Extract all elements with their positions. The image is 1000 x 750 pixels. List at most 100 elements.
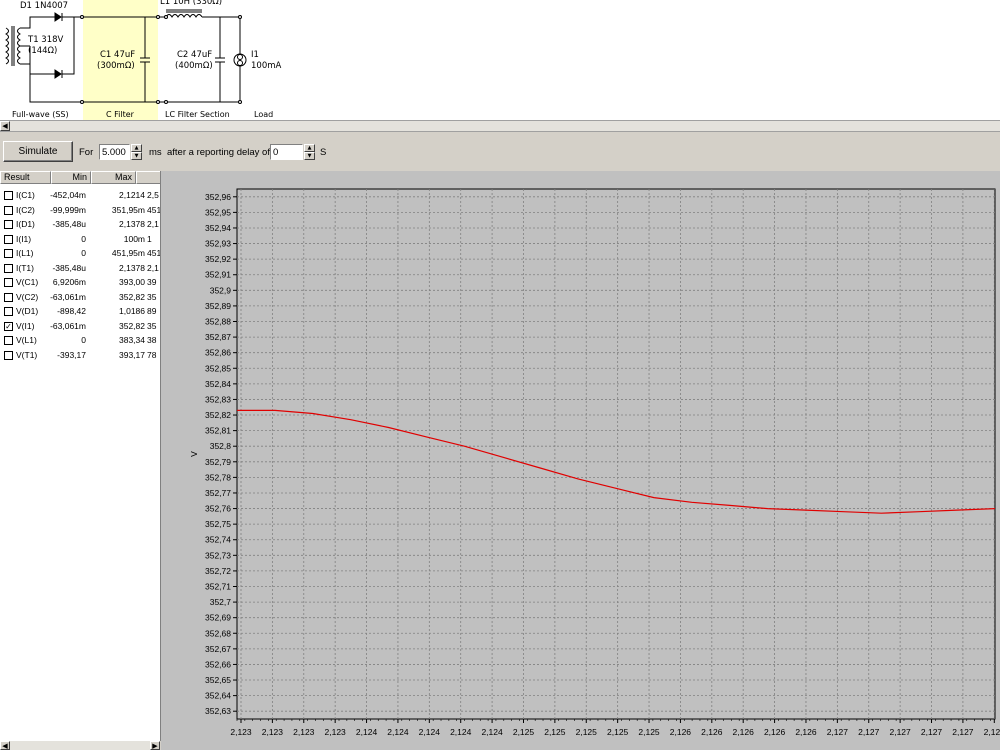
result-checkbox[interactable] (4, 205, 13, 215)
result-row[interactable]: I(C1) -452,04m 2,1214 2,5 (0, 188, 160, 202)
delay-spinner[interactable]: ▲ ▼ (304, 144, 315, 160)
spin-up-icon[interactable]: ▲ (131, 144, 142, 152)
result-min: 0 (81, 248, 86, 258)
y-tick-label: 352,76 (205, 504, 231, 514)
result-checkbox[interactable] (4, 278, 13, 287)
result-checkbox[interactable] (4, 307, 13, 316)
y-axis-label: V (189, 451, 199, 457)
result-min: -452,04m (50, 190, 86, 200)
spin-up-icon[interactable]: ▲ (304, 144, 315, 152)
result-peak-to-peak: 35 (147, 291, 157, 302)
schematic-canvas: D1 1N4007 T1 318V (144Ω) C1 47uF (300mΩ)… (0, 0, 1000, 120)
x-tick-label: 2,124 (419, 727, 441, 737)
y-tick-label: 352,65 (205, 675, 231, 685)
x-tick-label: 2,125 (638, 727, 660, 737)
waveform-plot[interactable]: 352,96 352,95 352,94 352,93 352,92 352,91 352,… (161, 171, 1000, 750)
y-tick-label: 352,95 (205, 207, 231, 217)
result-min: -63,061m (50, 291, 86, 302)
duration-spinner[interactable]: ▲ ▼ (131, 144, 142, 160)
result-max: 352,82 (119, 320, 145, 331)
result-checkbox[interactable] (4, 292, 13, 302)
result-name: V(I1) (16, 320, 35, 331)
x-tick-label: 2,127 (827, 727, 849, 737)
result-row[interactable]: V(D1) -898,42 1,0186 89 (0, 304, 160, 318)
result-max: 383,34 (119, 335, 145, 345)
y-tick-label: 352,71 (205, 582, 231, 592)
result-min: 6,9206m (52, 277, 86, 287)
result-row[interactable]: I(C2) -99,999m 351,95m451, (0, 203, 160, 217)
result-row[interactable]: V(C1) 6,9206m 393,00 39 (0, 275, 160, 289)
result-name: V(D1) (16, 306, 39, 316)
scroll-left-icon[interactable]: ◀ (0, 121, 10, 131)
result-min: -385,48u (52, 219, 86, 229)
results-header-extra[interactable] (136, 171, 160, 184)
x-tick-label: 2,127 (858, 727, 880, 737)
result-name: I(C1) (16, 190, 35, 200)
result-row[interactable]: I(I1) 0 100m 1 (0, 232, 160, 246)
results-horizontal-scrollbar[interactable]: ◀ ▶ (0, 741, 160, 750)
result-row[interactable]: ✓ V(I1) -63,061m 352,82 35 (0, 319, 160, 333)
y-tick-label: 352,63 (205, 706, 231, 716)
x-tick-label: 2,126 (733, 727, 755, 737)
delay-unit-label: S (320, 147, 327, 158)
spin-down-icon[interactable]: ▼ (304, 152, 315, 160)
simulation-toolbar: Simulate For ▲ ▼ ms after a reporting de… (0, 132, 1000, 170)
y-tick-label: 352,86 (205, 348, 231, 358)
result-max: 451,95m (111, 248, 145, 258)
section-label-lc-filter: LC Filter Section (165, 110, 230, 119)
i1-label-line2: 100mA (251, 61, 282, 71)
result-checkbox[interactable] (4, 263, 13, 273)
y-tick-label: 352,67 (205, 644, 231, 654)
result-name: V(C2) (16, 291, 39, 302)
duration-input[interactable] (99, 144, 130, 160)
y-tick-label: 352,88 (205, 317, 231, 327)
section-label-c-filter: C Filter (106, 110, 134, 119)
result-row[interactable]: I(L1) 0 451,95m451, (0, 246, 160, 260)
result-max: 2,1214 (119, 190, 145, 200)
y-tick-label: 352,78 (205, 472, 231, 482)
result-checkbox[interactable] (4, 336, 13, 345)
x-tick-label: 2,126 (701, 727, 723, 737)
x-tick-label: 2,126 (795, 727, 817, 737)
result-row[interactable]: V(L1) 0 383,34 38 (0, 333, 160, 347)
result-checkbox[interactable] (4, 249, 13, 258)
x-tick-label: 2,124 (387, 727, 409, 737)
scroll-left-icon[interactable]: ◀ (0, 741, 10, 750)
x-tick-label: 2,124 (450, 727, 472, 737)
result-row[interactable]: I(T1) -385,48u 2,1378 2,1 (0, 261, 160, 275)
result-peak-to-peak: 2,1 (147, 219, 159, 229)
c1-label-line1: C1 47uF (100, 50, 136, 60)
result-max: 2,1378 (119, 219, 145, 229)
x-tick-label: 2,123 (325, 727, 347, 737)
result-checkbox[interactable] (4, 191, 13, 200)
simulate-button[interactable]: Simulate (3, 141, 73, 162)
schematic-horizontal-scrollbar[interactable]: ◀ (0, 120, 1000, 132)
d1-label: D1 1N4007 (20, 1, 69, 11)
x-tick-label: 2,125 (513, 727, 535, 737)
scroll-right-icon[interactable]: ▶ (150, 741, 160, 750)
result-min: -63,061m (50, 320, 86, 331)
result-checkbox[interactable]: ✓ (4, 321, 13, 331)
results-header-min[interactable]: Min (51, 171, 91, 184)
result-name: I(T1) (16, 262, 34, 273)
result-checkbox[interactable] (4, 234, 13, 244)
results-list[interactable]: Result Min Max I(C1) -452,04m 2,1214 2,5 I(C… (0, 171, 161, 741)
results-header-max[interactable]: Max (91, 171, 136, 184)
result-row[interactable]: V(T1) -393,17 393,17 78 (0, 348, 160, 362)
result-checkbox[interactable] (4, 350, 13, 360)
result-row[interactable]: V(C2) -63,061m 352,82 35 (0, 290, 160, 304)
results-header-result[interactable]: Result (0, 171, 51, 184)
y-tick-label: 352,83 (205, 394, 231, 404)
y-tick-label: 352,66 (205, 659, 231, 669)
result-row[interactable]: I(D1) -385,48u 2,1378 2,1 (0, 217, 160, 231)
y-tick-label: 352,79 (205, 457, 231, 467)
result-checkbox[interactable] (4, 220, 13, 229)
x-tick-label: 2,123 (262, 727, 284, 737)
delay-input[interactable] (270, 144, 303, 160)
y-tick-label: 352,72 (205, 566, 231, 576)
y-tick-label: 352,89 (205, 301, 231, 311)
l1-label: L1 10H (330Ω) (160, 0, 223, 7)
result-max: 393,00 (119, 277, 145, 287)
spin-down-icon[interactable]: ▼ (131, 152, 142, 160)
result-name: I(L1) (16, 248, 34, 258)
